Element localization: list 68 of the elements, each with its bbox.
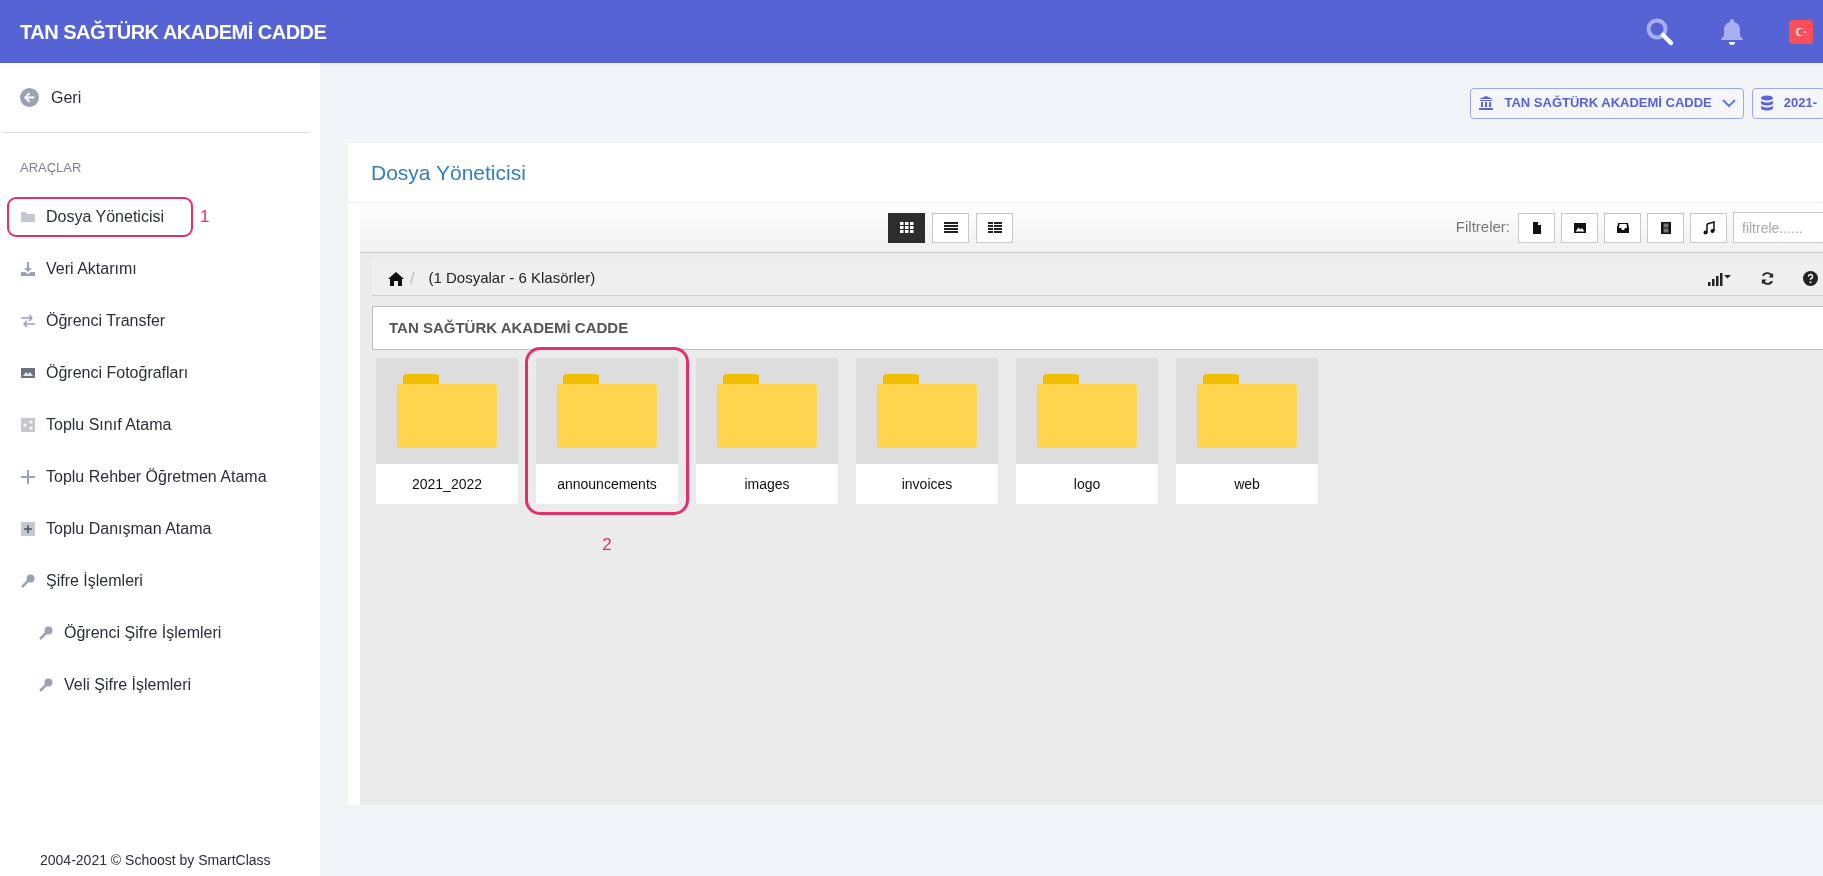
search-icon[interactable] [1645, 16, 1675, 47]
sidebar-item[interactable]: Dosya Yöneticisi [12, 202, 188, 232]
filters-label: Filtreler: [1455, 217, 1510, 238]
folder-icon [1197, 374, 1297, 448]
film-icon [1658, 220, 1673, 235]
filter-input[interactable]: filtrele...... [1733, 212, 1823, 243]
folder-name: announcements [557, 474, 657, 494]
list-icon [943, 221, 958, 234]
transfer-icon [20, 313, 36, 329]
folder-icon [717, 374, 817, 448]
filter-button[interactable] [1647, 212, 1684, 243]
folder-icon [1037, 374, 1137, 448]
flag-icon[interactable] [1789, 19, 1813, 44]
database-icon [1759, 95, 1774, 111]
annotation-number: 1 [200, 207, 210, 227]
bank-icon [1478, 95, 1495, 111]
folder-name: logo [1073, 474, 1101, 494]
sidebar-item[interactable]: Veri Aktarımı [20, 254, 161, 284]
sidebar-item[interactable]: Toplu Rehber Öğretmen Atama [20, 462, 291, 492]
panel-title: Dosya Yöneticisi [371, 159, 526, 186]
plus-icon [20, 469, 36, 485]
image-icon [20, 365, 36, 381]
breadcrumb-separator: / [410, 268, 415, 289]
sort-icon[interactable] [1708, 271, 1732, 286]
sidebar-item[interactable]: Veli Şifre İşlemleri [38, 670, 216, 700]
download-icon [20, 261, 36, 277]
sidebar-item[interactable]: Öğrenci Şifre İşlemleri [38, 618, 246, 648]
folder-icon [20, 209, 36, 225]
key-icon [38, 625, 54, 641]
image-icon [1572, 220, 1587, 235]
view-toggle[interactable] [888, 212, 925, 243]
folder-icon [397, 374, 497, 448]
current-folder-title: TAN SAĞTÜRK AKADEMİ CADDE [389, 317, 629, 338]
plus-icon [20, 521, 36, 537]
key-icon [20, 573, 36, 589]
folder-name: invoices [901, 474, 953, 494]
sidebar-item[interactable]: Öğrenci Transfer [20, 306, 190, 336]
details-icon [987, 221, 1002, 234]
filter-button[interactable] [1690, 212, 1727, 243]
app-title: TAN SAĞTÜRK AKADEMİ CADDE [20, 19, 327, 45]
music-icon [1701, 220, 1716, 235]
copyright-footer: 2004-2021 © Schoost by SmartClass [40, 852, 271, 868]
filter-button[interactable] [1561, 212, 1598, 243]
context-selector[interactable]: 2021- [1751, 87, 1823, 119]
sidebar-item[interactable]: Toplu Danışman Atama [20, 514, 236, 544]
home-icon[interactable] [388, 271, 404, 286]
inbox-icon [1615, 220, 1630, 235]
filter-button[interactable] [1518, 212, 1555, 243]
folder-name: 2021_2022 [411, 474, 483, 494]
sidebar-item[interactable]: Toplu Sınıf Atama [20, 410, 196, 440]
back-link[interactable]: Geri [20, 85, 82, 110]
chevron-down-icon [1721, 98, 1736, 108]
refresh-icon[interactable] [1760, 271, 1775, 286]
annotation-number: 2 [602, 535, 612, 554]
sidebar-item[interactable]: Öğrenci Fotoğrafları [20, 358, 213, 388]
folder-name: web [1234, 474, 1260, 494]
grid-icon [899, 221, 914, 234]
help-icon[interactable] [1803, 271, 1818, 286]
item-count: (1 Dosyalar - 6 Klasörler) [428, 268, 596, 289]
context-selector[interactable]: TAN SAĞTÜRK AKADEMİ CADDE [1470, 87, 1744, 119]
folder-icon [877, 374, 977, 448]
key-icon [38, 677, 54, 693]
sidebar-item[interactable]: Şifre İşlemleri [20, 566, 167, 596]
filter-button[interactable] [1604, 212, 1641, 243]
folder-name: images [744, 474, 790, 494]
section-heading: ARAÇLAR [20, 160, 82, 175]
share-icon [20, 417, 36, 433]
folder-icon [557, 374, 657, 448]
